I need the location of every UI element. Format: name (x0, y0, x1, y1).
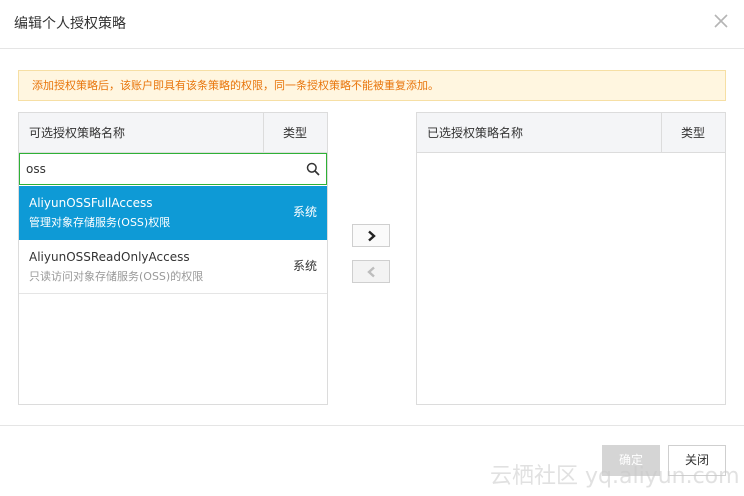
list-item[interactable]: AliyunOSSReadOnlyAccess 只读访问对象存储服务(OSS)的… (19, 240, 327, 294)
available-policy-list: AliyunOSSFullAccess 管理对象存储服务(OSS)权限 系统 A… (19, 186, 327, 294)
notice-text: 添加授权策略后，该账户即具有该条策略的权限，同一条授权策略不能被重复添加。 (32, 79, 439, 92)
policy-type: 系统 (292, 259, 317, 273)
policy-description: 只读访问对象存储服务(OSS)的权限 (29, 270, 204, 283)
available-policies-panel: 可选授权策略名称 类型 AliyunOSSFullAccess 管理对象存储服务… (18, 112, 328, 405)
policy-name: AliyunOSSFullAccess (29, 196, 153, 210)
available-col-name: 可选授权策略名称 (29, 126, 126, 140)
dialog-header: 编辑个人授权策略 (0, 0, 744, 49)
header-divider (263, 113, 264, 153)
policy-description: 管理对象存储服务(OSS)权限 (29, 216, 171, 229)
policy-name: AliyunOSSReadOnlyAccess (29, 250, 190, 264)
footer-divider (0, 425, 744, 426)
selected-panel-header: 已选授权策略名称 类型 (417, 113, 725, 153)
list-item[interactable]: AliyunOSSFullAccess 管理对象存储服务(OSS)权限 系统 (19, 186, 327, 240)
selected-col-type: 类型 (681, 126, 706, 140)
edit-policy-dialog: 编辑个人授权策略 添加授权策略后，该账户即具有该条策略的权限，同一条授权策略不能… (0, 0, 744, 496)
chevron-left-icon (367, 266, 375, 278)
available-panel-header: 可选授权策略名称 类型 (19, 113, 327, 153)
remove-from-selected-button[interactable] (352, 260, 390, 283)
notice-banner: 添加授权策略后，该账户即具有该条策略的权限，同一条授权策略不能被重复添加。 (18, 70, 726, 101)
selected-col-name: 已选授权策略名称 (427, 126, 524, 140)
chevron-right-icon (368, 230, 376, 242)
header-divider (661, 113, 662, 153)
policy-search-box (19, 153, 327, 185)
selected-policies-panel: 已选授权策略名称 类型 (416, 112, 726, 405)
watermark: 云栖社区 yq.aliyun.com (490, 464, 740, 489)
close-icon[interactable] (712, 12, 730, 30)
search-icon[interactable] (306, 162, 320, 176)
policy-search-input[interactable] (26, 160, 296, 178)
add-to-selected-button[interactable] (352, 224, 390, 247)
policy-type: 系统 (292, 205, 317, 219)
dialog-title: 编辑个人授权策略 (14, 16, 126, 32)
available-col-type: 类型 (283, 126, 308, 140)
